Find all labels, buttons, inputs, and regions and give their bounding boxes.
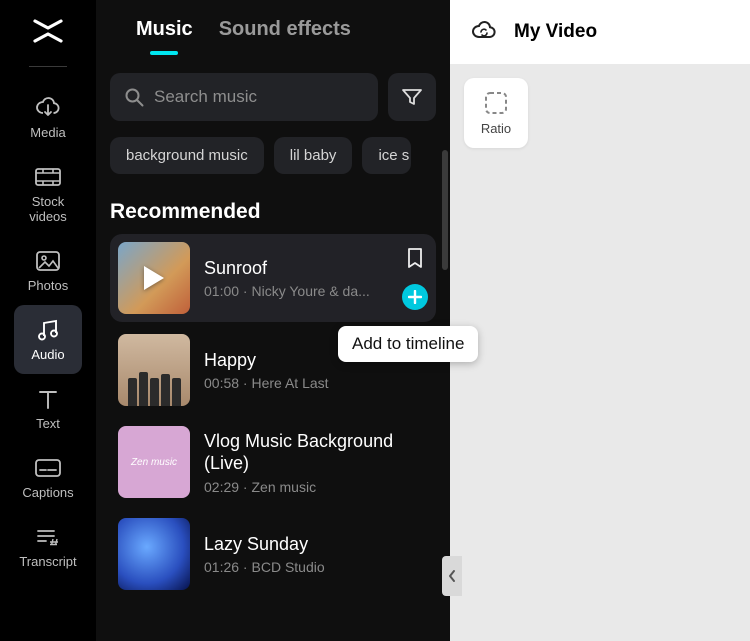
left-sidebar: Media Stock videos Photos Audio Text Cap…	[0, 0, 96, 641]
bookmark-icon	[405, 247, 425, 269]
chip-ice[interactable]: ice s	[362, 137, 411, 174]
sidebar-item-text[interactable]: Text	[14, 374, 82, 443]
track-row[interactable]: Sunroof 01:00 · Nicky Youre & da...	[110, 234, 436, 322]
filmstrip-icon	[34, 164, 62, 190]
tab-music[interactable]: Music	[136, 18, 193, 55]
track-thumbnail[interactable]	[118, 334, 190, 406]
preview-header: My Video	[450, 0, 750, 64]
track-thumbnail[interactable]: Zen music	[118, 426, 190, 498]
audio-panel: Music Sound effects Search music backgro…	[96, 0, 450, 641]
text-icon	[36, 386, 60, 412]
sidebar-item-label: Media	[30, 125, 65, 140]
sidebar-divider	[29, 66, 67, 67]
cloud-sync-button[interactable]	[470, 19, 498, 46]
sidebar-item-label: Captions	[22, 485, 73, 500]
panel-collapse-handle[interactable]	[442, 556, 462, 596]
ratio-button[interactable]: Ratio	[464, 78, 528, 148]
sidebar-item-media[interactable]: Media	[14, 83, 82, 152]
bookmark-button[interactable]	[405, 247, 425, 274]
track-meta: 01:00 · Nicky Youre & da...	[204, 283, 388, 299]
track-list: Sunroof 01:00 · Nicky Youre & da... Happ…	[110, 234, 436, 598]
search-input[interactable]: Search music	[110, 73, 378, 121]
track-row[interactable]: Lazy Sunday 01:26 · BCD Studio	[110, 510, 436, 598]
project-title[interactable]: My Video	[514, 21, 597, 43]
sidebar-item-audio[interactable]: Audio	[14, 305, 82, 374]
sidebar-item-label: Transcript	[19, 554, 76, 569]
track-title: Sunroof	[204, 258, 388, 279]
sidebar-item-label: Photos	[28, 278, 68, 293]
track-meta: 01:26 · BCD Studio	[204, 559, 428, 575]
ratio-icon	[482, 90, 510, 116]
track-title: Lazy Sunday	[204, 534, 428, 555]
chip-lil-baby[interactable]: lil baby	[274, 137, 353, 174]
sidebar-item-label: Text	[36, 416, 60, 431]
chip-background-music[interactable]: background music	[110, 137, 264, 174]
recommended-heading: Recommended	[110, 200, 436, 224]
add-to-timeline-button[interactable]	[402, 284, 428, 310]
cloud-download-icon	[34, 95, 62, 121]
track-meta: 00:58 · Here At Last	[204, 375, 428, 391]
track-thumbnail[interactable]	[118, 242, 190, 314]
cloud-icon	[470, 19, 498, 41]
app-logo[interactable]	[31, 14, 65, 48]
play-icon	[144, 266, 164, 290]
search-icon	[124, 87, 144, 107]
filter-icon	[401, 87, 423, 107]
tab-sound-effects[interactable]: Sound effects	[219, 18, 351, 55]
preview-area: My Video Ratio	[450, 0, 750, 641]
track-meta: 02:29 · Zen music	[204, 479, 428, 495]
suggestion-chips: background music lil baby ice s	[110, 137, 436, 174]
sidebar-item-captions[interactable]: Captions	[14, 443, 82, 512]
captions-icon	[34, 455, 62, 481]
music-note-icon	[35, 317, 61, 343]
sidebar-item-label: Stock videos	[14, 194, 82, 224]
plus-icon	[408, 290, 422, 304]
panel-tabs: Music Sound effects	[110, 12, 436, 55]
transcript-icon	[34, 524, 62, 550]
track-row[interactable]: Zen music Vlog Music Background (Live) 0…	[110, 418, 436, 506]
track-thumbnail[interactable]	[118, 518, 190, 590]
add-to-timeline-tooltip: Add to timeline	[338, 326, 478, 362]
filter-button[interactable]	[388, 73, 436, 121]
ratio-label: Ratio	[481, 121, 511, 136]
sidebar-item-transcript[interactable]: Transcript	[14, 512, 82, 581]
chevron-left-icon	[447, 569, 457, 583]
preview-canvas[interactable]: Ratio	[450, 64, 750, 641]
sidebar-item-photos[interactable]: Photos	[14, 236, 82, 305]
sidebar-item-stock-videos[interactable]: Stock videos	[14, 152, 82, 236]
track-title: Vlog Music Background (Live)	[204, 430, 428, 475]
scrollbar-thumb[interactable]	[442, 150, 448, 270]
sidebar-item-label: Audio	[31, 347, 64, 362]
search-placeholder: Search music	[154, 87, 257, 107]
image-icon	[35, 248, 61, 274]
